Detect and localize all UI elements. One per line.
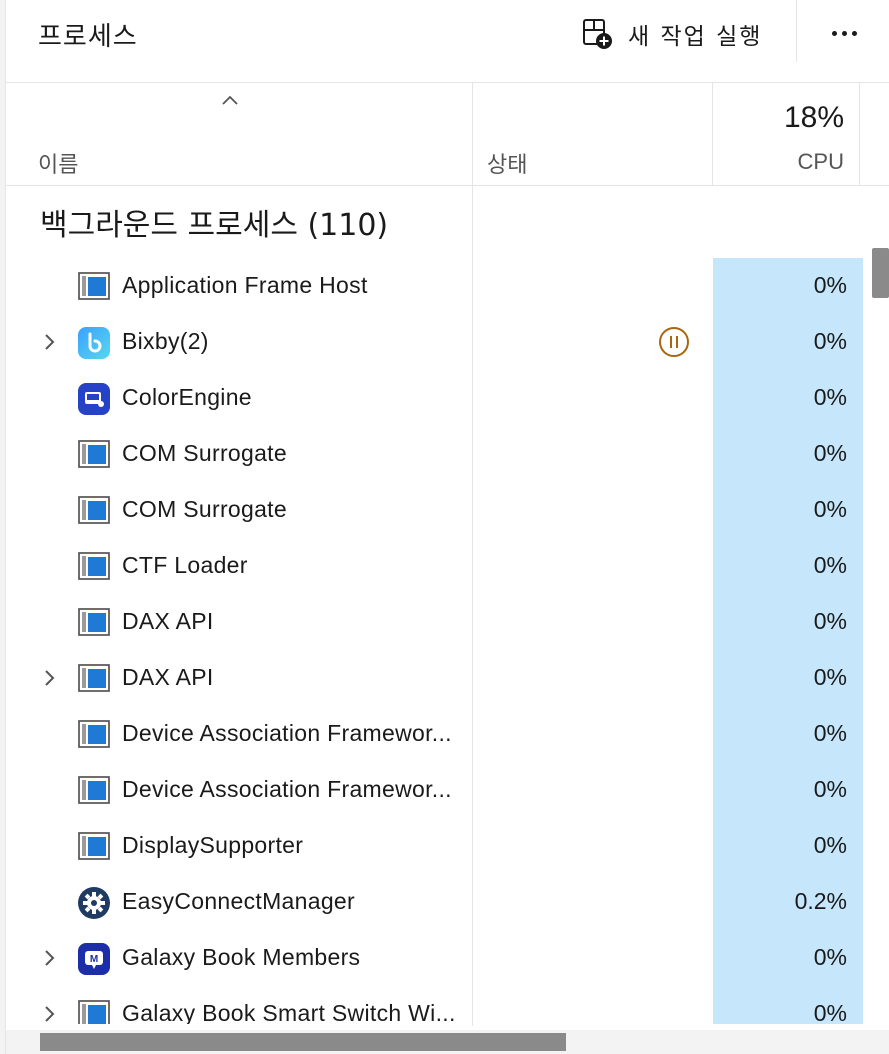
window-icon (78, 439, 110, 469)
bixby-icon (78, 327, 110, 359)
process-name: Device Association Framewor... (122, 776, 452, 802)
process-row[interactable]: Bixby(2) 0% (6, 314, 864, 370)
cpu-value: 0% (813, 776, 847, 802)
header-divider (796, 0, 797, 62)
process-name: DAX API (122, 664, 214, 690)
paused-status-icon (658, 326, 690, 358)
window-icon (78, 719, 110, 749)
window-icon (78, 663, 110, 693)
process-row[interactable]: COM Surrogate 0% (6, 426, 864, 482)
process-row[interactable]: Device Association Framewor... 0% (6, 762, 864, 818)
cpu-value: 0% (813, 328, 847, 354)
cpu-value: 0% (813, 440, 847, 466)
page-header: 프로세스 새 작업 실행 (6, 0, 889, 83)
process-row[interactable]: ColorEngine 0% (6, 370, 864, 426)
process-row[interactable]: Device Association Framewor... 0% (6, 706, 864, 762)
cpu-value: 0% (813, 272, 847, 298)
process-row[interactable]: DAX API 0% (6, 650, 864, 706)
process-name: Galaxy Book Smart Switch Wi... (122, 1000, 456, 1024)
process-name: Bixby(2) (122, 328, 209, 354)
chevron-right-icon[interactable] (42, 1004, 56, 1024)
cpu-value: 0% (813, 552, 847, 578)
process-name: CTF Loader (122, 552, 248, 578)
process-name: COM Surrogate (122, 496, 287, 522)
vertical-scrollbar-thumb[interactable] (872, 248, 889, 298)
process-row[interactable]: DisplaySupporter 0% (6, 818, 864, 874)
group-title: 백그라운드 프로세스 (110) (40, 208, 389, 243)
cpu-value: 0.2% (794, 888, 847, 914)
process-name: ColorEngine (122, 384, 252, 410)
window-icon (78, 775, 110, 805)
cpu-value: 0% (813, 1000, 847, 1024)
process-row[interactable]: COM Surrogate 0% (6, 482, 864, 538)
process-row[interactable]: EasyConnectManager 0.2% (6, 874, 864, 930)
column-header-cpu[interactable]: CPU (712, 149, 844, 175)
cpu-value: 0% (813, 496, 847, 522)
new-task-icon (583, 19, 612, 49)
svg-text:M: M (90, 954, 98, 965)
column-header-cpu-total[interactable]: 18% (712, 101, 844, 135)
more-dot-icon (851, 30, 857, 36)
process-name: Application Frame Host (122, 272, 368, 298)
color-engine-icon (78, 383, 110, 415)
process-row[interactable]: CTF Loader 0% (6, 538, 864, 594)
cpu-value: 0% (813, 664, 847, 690)
gear-icon (78, 887, 110, 919)
process-list: Application Frame Host 0% Bixby(2) 0% ColorE… (0, 258, 889, 1024)
column-header-name[interactable]: 이름 (38, 147, 78, 179)
process-row[interactable]: Galaxy Book Smart Switch Wi... 0% (6, 986, 864, 1024)
cpu-value: 0% (813, 944, 847, 970)
window-icon (78, 607, 110, 637)
more-options-button[interactable] (824, 18, 864, 48)
column-header-status[interactable]: 상태 (487, 147, 527, 179)
chevron-right-icon[interactable] (42, 948, 56, 968)
column-divider[interactable] (859, 83, 860, 185)
more-dot-icon (841, 30, 847, 36)
chevron-right-icon[interactable] (42, 668, 56, 688)
new-task-button[interactable]: 새 작업 실행 (582, 14, 762, 54)
cpu-value: 0% (813, 608, 847, 634)
window-icon (78, 551, 110, 581)
window-icon (78, 271, 110, 301)
cpu-value: 0% (813, 720, 847, 746)
chevron-right-icon[interactable] (42, 332, 56, 352)
cpu-value: 0% (813, 832, 847, 858)
process-name: Galaxy Book Members (122, 944, 361, 970)
process-name: COM Surrogate (122, 440, 287, 466)
cpu-value: 0% (813, 384, 847, 410)
window-icon (78, 999, 110, 1024)
process-row[interactable]: DAX API 0% (6, 594, 864, 650)
process-name: DAX API (122, 608, 214, 634)
sort-ascending-icon[interactable] (220, 93, 240, 107)
process-name: EasyConnectManager (122, 888, 355, 914)
process-row[interactable]: Application Frame Host 0% (6, 258, 864, 314)
horizontal-scrollbar-thumb[interactable] (40, 1033, 566, 1051)
members-icon: M (78, 943, 110, 975)
page-title: 프로세스 (38, 22, 138, 52)
column-header-row: 이름 상태 18% CPU (6, 83, 889, 186)
process-row[interactable]: M Galaxy Book Members 0% (6, 930, 864, 986)
window-icon (78, 831, 110, 861)
window-icon (78, 495, 110, 525)
process-name: DisplaySupporter (122, 832, 304, 858)
new-task-label: 새 작업 실행 (628, 24, 763, 50)
more-dot-icon (831, 30, 837, 36)
process-name: Device Association Framewor... (122, 720, 452, 746)
column-divider[interactable] (712, 83, 713, 185)
